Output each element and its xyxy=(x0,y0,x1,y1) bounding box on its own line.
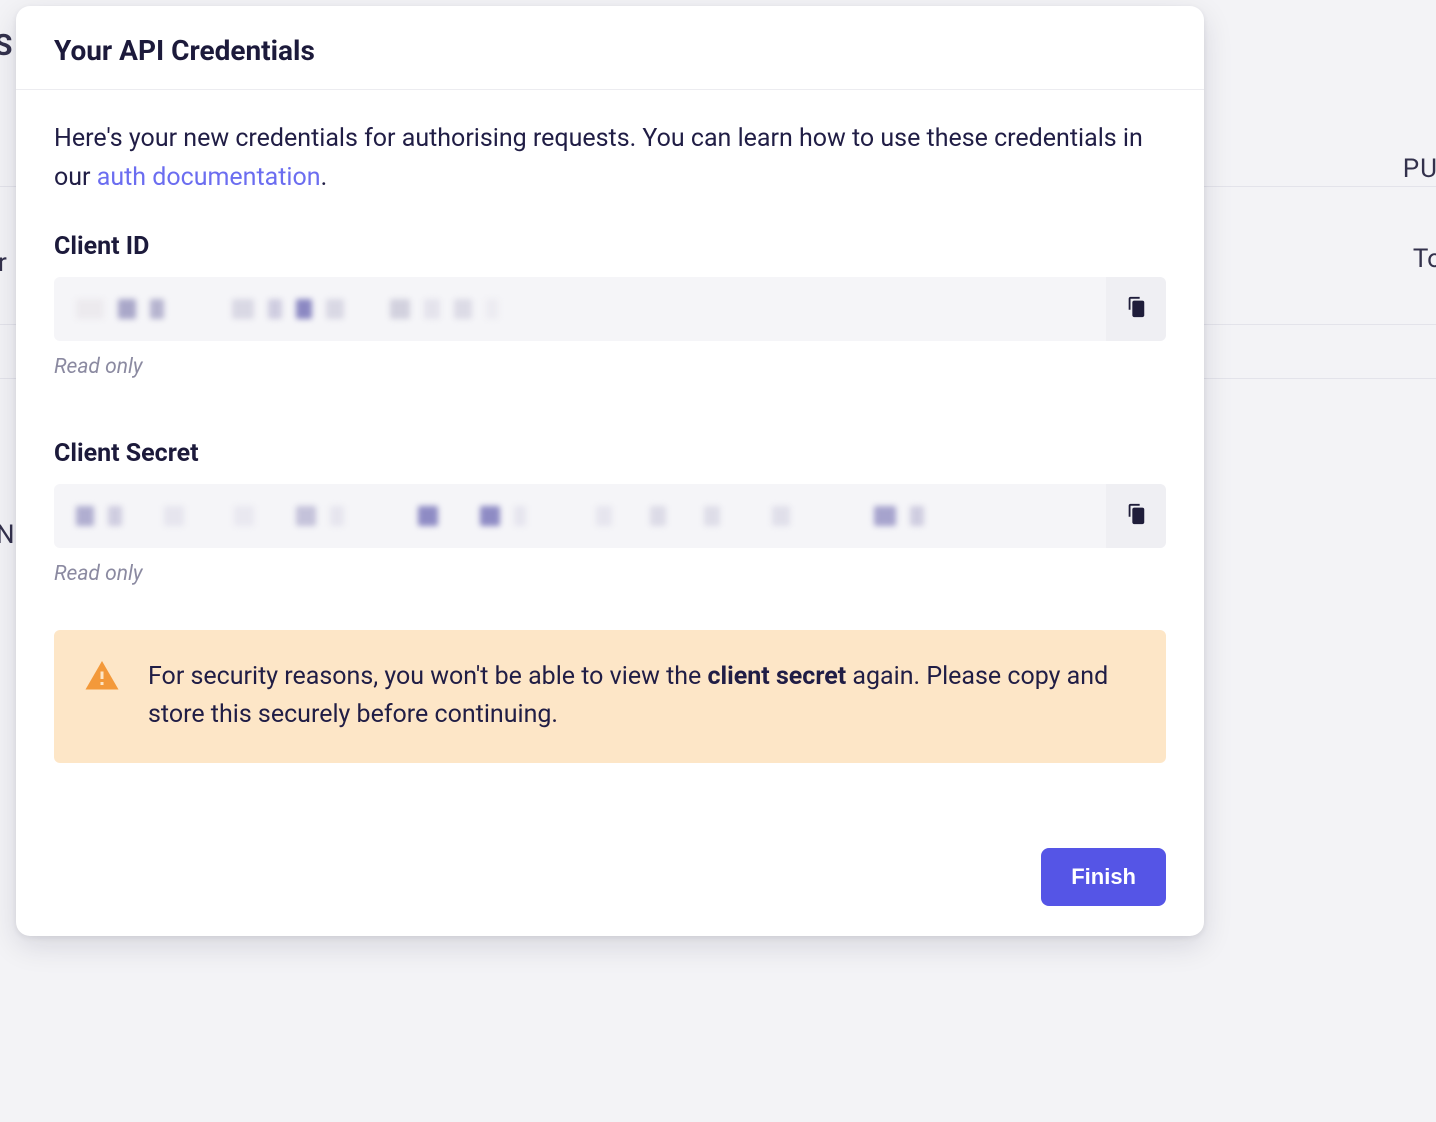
copy-client-id-button[interactable] xyxy=(1106,277,1166,341)
warning-text-strong: client secret xyxy=(708,662,847,691)
modal-header: Your API Credentials xyxy=(16,6,1204,90)
warning-text-prefix: For security reasons, you won't be able … xyxy=(148,662,708,691)
finish-button[interactable]: Finish xyxy=(1041,848,1166,906)
background-text-fragment: S xyxy=(0,28,12,63)
modal-body: Here's your new credentials for authoris… xyxy=(16,90,1204,826)
warning-text: For security reasons, you won't be able … xyxy=(148,658,1132,736)
security-warning-alert: For security reasons, you won't be able … xyxy=(54,630,1166,764)
client-secret-value xyxy=(54,484,1106,548)
client-id-value xyxy=(54,277,1106,341)
api-credentials-modal: Your API Credentials Here's your new cre… xyxy=(16,6,1204,936)
intro-text: Here's your new credentials for authoris… xyxy=(54,120,1166,198)
background-text-fragment: N xyxy=(0,520,15,550)
modal-footer: Finish xyxy=(16,826,1204,936)
client-id-field xyxy=(54,277,1166,341)
client-id-readonly-note: Read only xyxy=(54,355,1166,379)
client-secret-label: Client Secret xyxy=(54,439,1166,468)
background-text-fragment: To xyxy=(1413,244,1436,274)
client-secret-field xyxy=(54,484,1166,548)
copy-icon xyxy=(1125,503,1147,528)
client-id-label: Client ID xyxy=(54,232,1166,261)
copy-client-secret-button[interactable] xyxy=(1106,484,1166,548)
client-secret-readonly-note: Read only xyxy=(54,562,1166,586)
background-text-fragment: PU xyxy=(1403,154,1436,184)
modal-title: Your API Credentials xyxy=(54,34,1166,67)
copy-icon xyxy=(1125,296,1147,321)
intro-suffix: . xyxy=(321,163,328,192)
auth-documentation-link[interactable]: auth documentation xyxy=(97,163,321,192)
warning-icon xyxy=(84,658,120,694)
background-text-fragment: r xyxy=(0,248,8,278)
